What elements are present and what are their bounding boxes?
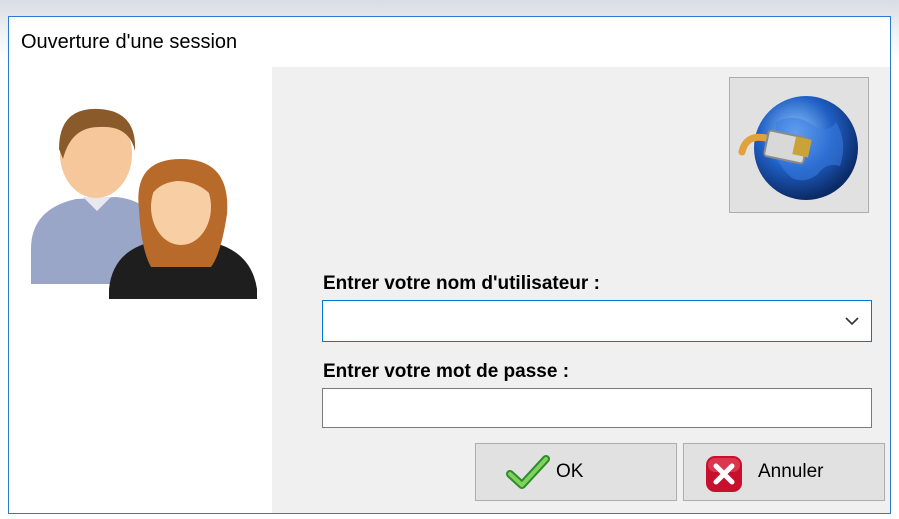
login-dialog: Ouverture d'une session Entrer votre nom…: [8, 16, 891, 514]
network-globe-icon: [738, 96, 858, 200]
ok-label: OK: [556, 461, 584, 482]
title-bar[interactable]: Ouverture d'une session: [9, 17, 890, 67]
password-field[interactable]: [322, 388, 872, 428]
chevron-down-icon[interactable]: [843, 312, 861, 330]
ok-button[interactable]: OK: [475, 443, 677, 501]
username-combobox[interactable]: [322, 300, 872, 342]
username-input[interactable]: [323, 301, 823, 341]
network-button[interactable]: [729, 77, 869, 213]
password-input[interactable]: [323, 389, 871, 427]
cancel-button[interactable]: Annuler: [683, 443, 885, 501]
users-icon: [31, 108, 257, 299]
check-icon: [506, 455, 550, 489]
password-label: Entrer votre mot de passe :: [323, 361, 570, 382]
window-title: Ouverture d'une session: [21, 31, 238, 53]
cancel-label: Annuler: [758, 461, 824, 482]
username-label: Entrer votre nom d'utilisateur :: [323, 273, 600, 294]
left-panel: [9, 67, 272, 513]
red-x-icon: [706, 456, 742, 492]
